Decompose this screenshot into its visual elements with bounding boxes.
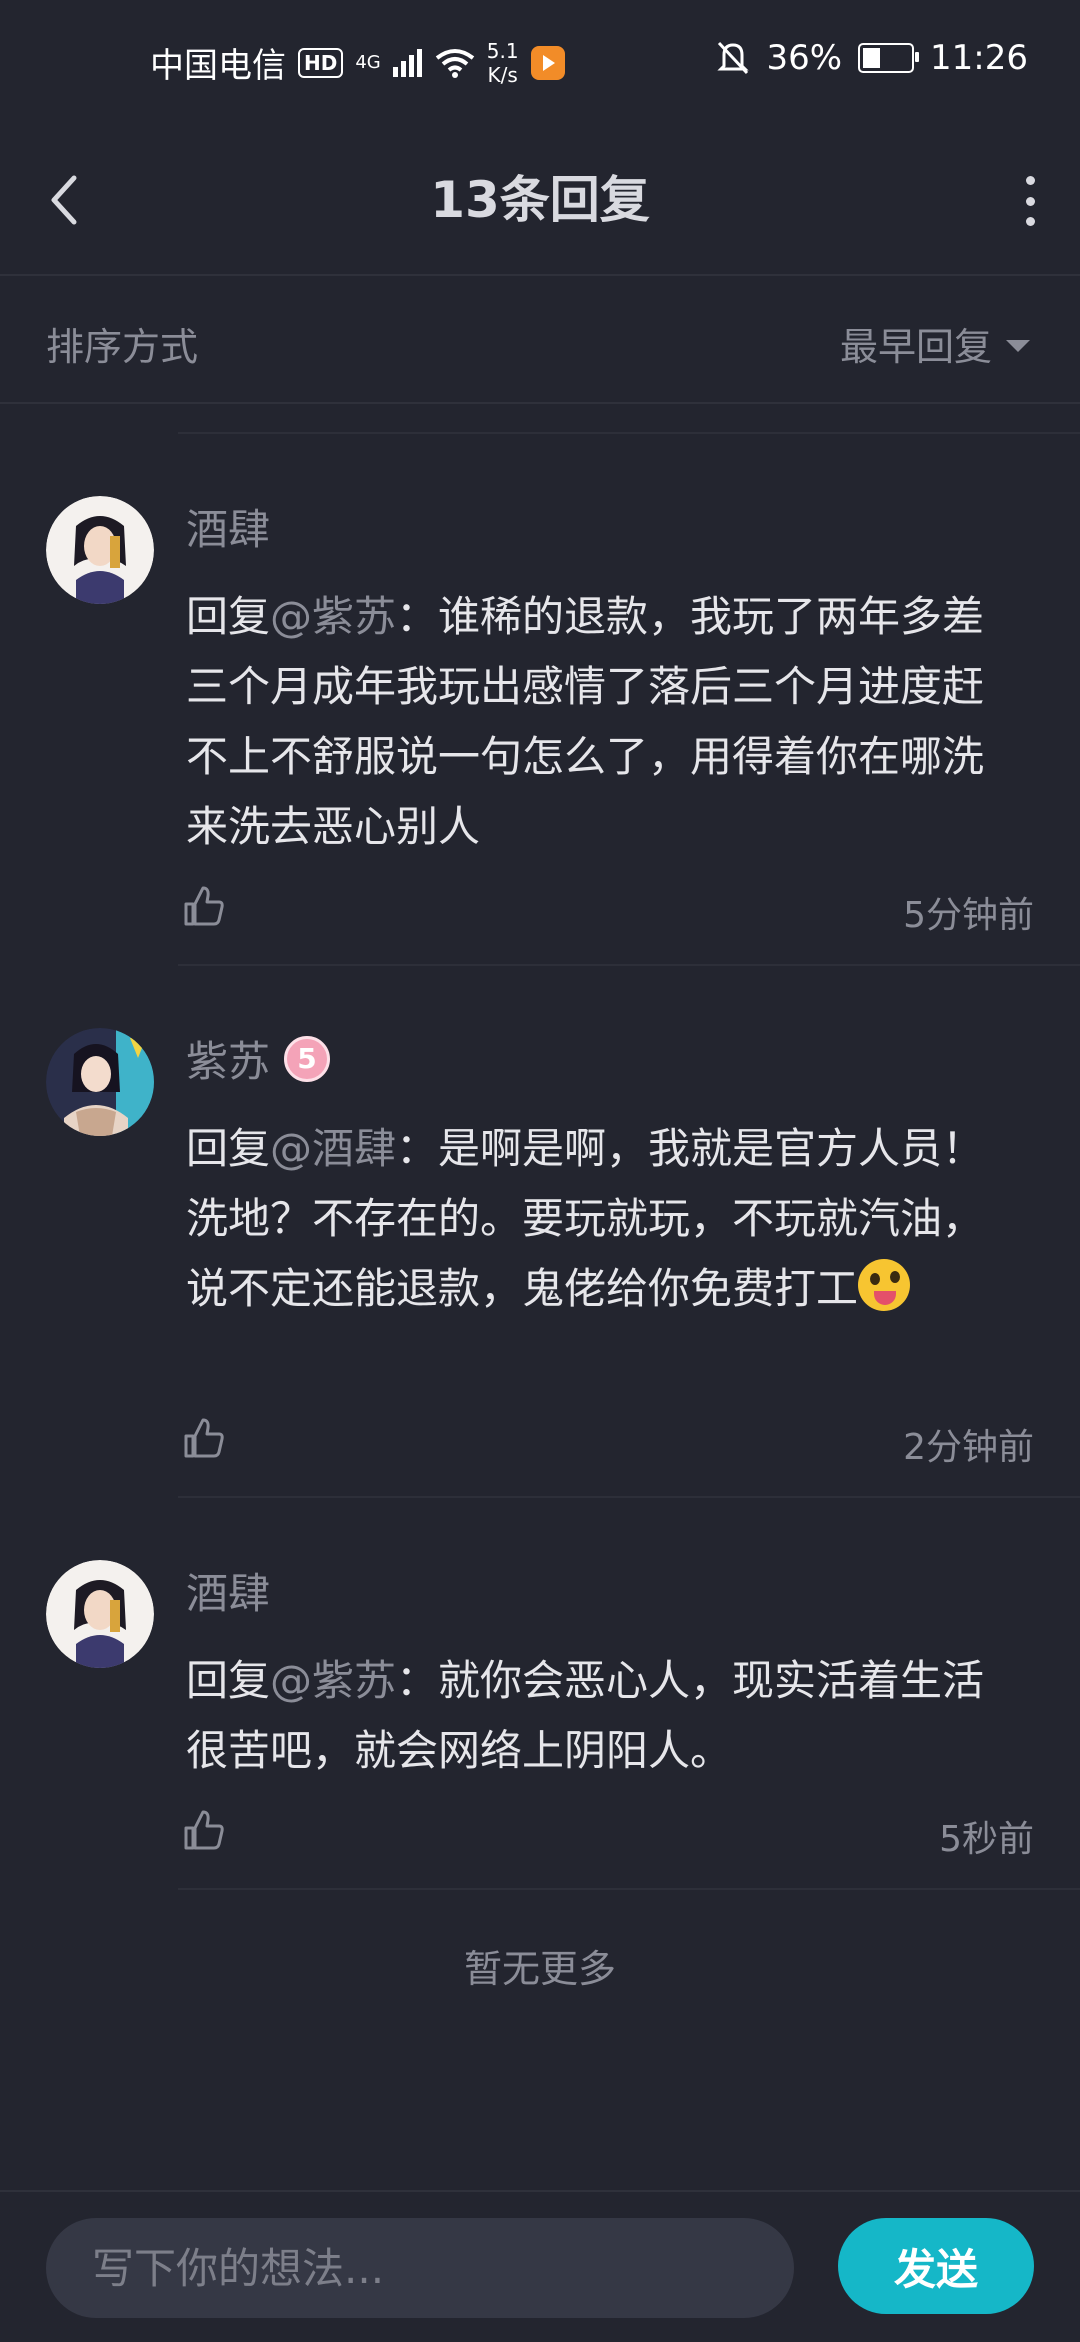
divider [178, 1496, 1080, 1498]
battery-percent: 36% [766, 38, 843, 78]
speed-unit: K/s [487, 62, 518, 87]
comment-text: 回复@紫苏：谁稀的退款，我玩了两年多差三个月成年我玩出感情了落后三个月进度赶不上… [186, 582, 1016, 862]
no-more-label: 暂无更多 [463, 1947, 616, 1991]
comment-item: 酒肆 回复@紫苏：就你会恶心人，现实活着生活很苦吧，就会网络上阴阳人。 5秒前 [0, 1560, 1080, 1890]
status-right: 36% 11:26 [716, 38, 1028, 78]
battery-icon [858, 43, 920, 73]
sort-value-label: 最早回复 [839, 325, 992, 369]
comment-time: 2分钟前 [903, 1427, 1034, 1468]
caret-down-icon [1006, 339, 1030, 352]
username-text: 酒肆 [186, 1569, 271, 1618]
top-nav: 13条回复 [0, 130, 1080, 276]
comment-time: 5分钟前 [903, 895, 1034, 936]
avatar[interactable] [46, 496, 154, 604]
sort-bar: 排序方式 最早回复 [0, 276, 1080, 404]
battery-level [863, 48, 881, 68]
mention-link[interactable]: @紫苏 [270, 1656, 396, 1705]
divider [178, 432, 1080, 434]
level-badge: 5 [284, 1035, 331, 1082]
username-text: 酒肆 [186, 505, 271, 554]
comment-time: 5秒前 [939, 1819, 1034, 1860]
comment-username[interactable]: 紫苏 5 [186, 1028, 331, 1089]
send-button[interactable]: 发送 [838, 2218, 1034, 2314]
page-title: 13条回复 [430, 171, 650, 229]
sort-label: 排序方式 [46, 325, 199, 369]
comment-input-bar: 发送 [0, 2190, 1080, 2342]
network-speed: 5.1 K/s [487, 39, 519, 87]
more-options-icon[interactable] [1020, 176, 1040, 226]
wifi-icon [435, 48, 474, 78]
thumbs-up-icon[interactable] [182, 1416, 226, 1460]
sort-dropdown[interactable]: 最早回复 [840, 316, 1030, 371]
comment-input[interactable] [46, 2218, 794, 2318]
divider [178, 964, 1080, 966]
comment-username[interactable]: 酒肆 [186, 1560, 270, 1621]
crazy-face-emoji-icon [858, 1259, 911, 1311]
status-bar: 中国电信 HD 4G 5.1 K/s 36% 11:26 [0, 0, 1080, 130]
thumbs-up-icon[interactable] [182, 884, 226, 928]
avatar[interactable] [46, 1028, 154, 1136]
username-text: 紫苏 [186, 1037, 271, 1086]
network-type: 4G [355, 51, 381, 73]
carrier-label: 中国电信 [150, 46, 286, 86]
comment-item: 酒肆 回复@紫苏：谁稀的退款，我玩了两年多差三个月成年我玩出感情了落后三个月进度… [0, 496, 1080, 966]
comment-text: 回复@紫苏：就你会恶心人，现实活着生活很苦吧，就会网络上阴阳人。 [186, 1646, 1016, 1786]
thumbs-up-icon[interactable] [182, 1808, 226, 1852]
reply-prefix: 回复 [186, 592, 271, 641]
reply-prefix: 回复 [186, 1124, 271, 1173]
clock: 11:26 [930, 38, 1028, 78]
signal-icon [392, 48, 422, 77]
video-app-icon [530, 45, 565, 80]
divider [178, 1888, 1080, 1890]
status-left: 中国电信 HD 4G 5.1 K/s [150, 38, 565, 87]
comment-item: 紫苏 5 回复@酒肆：是啊是啊，我就是官方人员！洗地？不存在的。要玩就玩，不玩就… [0, 1028, 1080, 1498]
hd-icon: HD [298, 47, 344, 78]
reply-prefix: 回复 [186, 1656, 271, 1705]
bell-muted-icon [717, 41, 750, 75]
mention-link[interactable]: @酒肆 [270, 1124, 396, 1173]
mention-link[interactable]: @紫苏 [270, 592, 396, 641]
comment-text: 回复@酒肆：是啊是啊，我就是官方人员！洗地？不存在的。要玩就玩，不玩就汽油，说不… [186, 1114, 1016, 1324]
speed-value: 5.1 [486, 38, 519, 63]
avatar[interactable] [46, 1560, 154, 1668]
comment-username[interactable]: 酒肆 [186, 496, 270, 557]
